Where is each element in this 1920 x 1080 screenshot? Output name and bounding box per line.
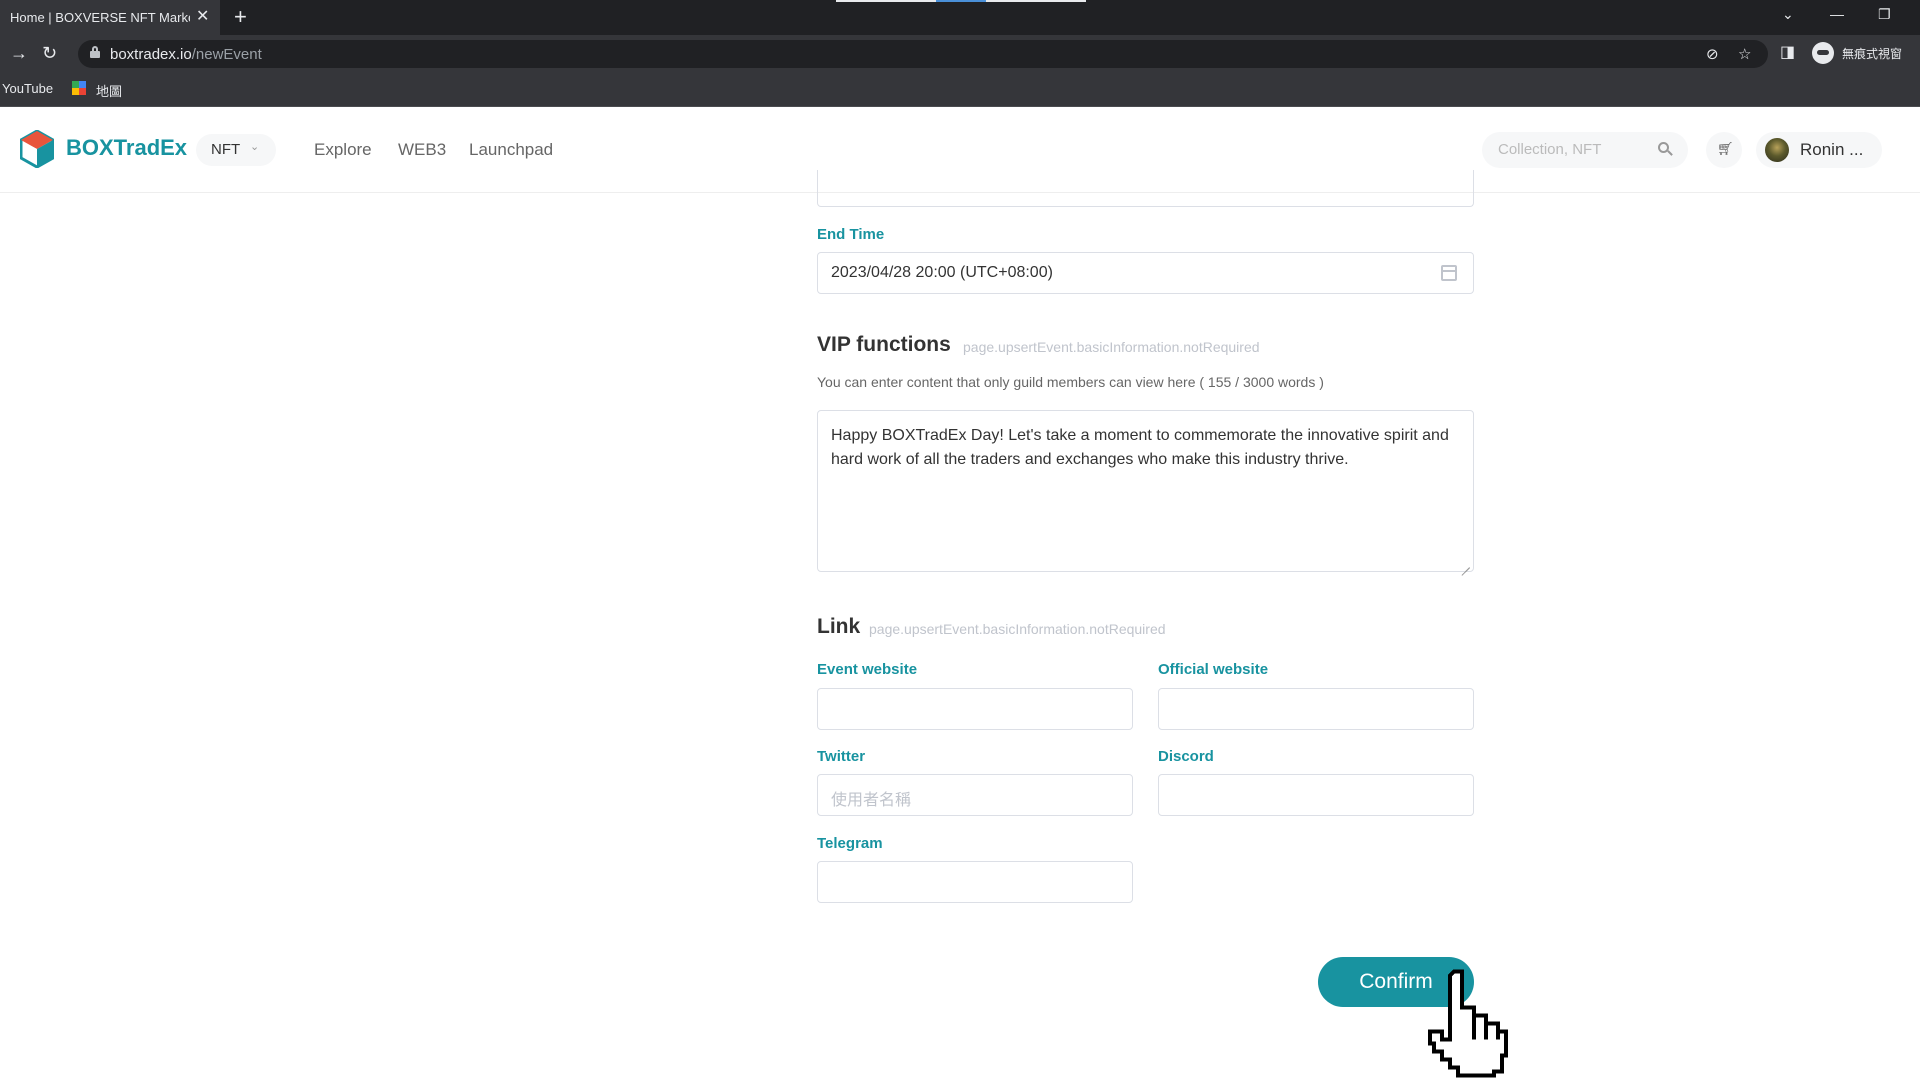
- nav-web3[interactable]: WEB3: [398, 140, 446, 160]
- twitter-input[interactable]: 使用者名稱: [817, 774, 1133, 816]
- discord-label: Discord: [1158, 748, 1214, 765]
- search-placeholder: Collection, NFT: [1498, 141, 1602, 158]
- brand-name[interactable]: BOXTradEx: [66, 135, 187, 161]
- vip-content-textarea[interactable]: Happy BOXTradEx Day! Let's take a moment…: [817, 410, 1474, 572]
- nav-launchpad[interactable]: Launchpad: [469, 140, 553, 160]
- bookmark-youtube[interactable]: YouTube: [2, 81, 53, 96]
- user-menu[interactable]: Ronin ...: [1756, 132, 1882, 168]
- incognito-label: 無痕式視窗: [1842, 46, 1903, 61]
- event-website-input[interactable]: [817, 688, 1133, 730]
- start-time-field-partial[interactable]: [817, 170, 1474, 207]
- official-website-input[interactable]: [1158, 688, 1474, 730]
- twitter-label: Twitter: [817, 748, 866, 765]
- url-text[interactable]: boxtradex.io/newEvent: [110, 46, 262, 63]
- resize-handle-icon[interactable]: [1461, 559, 1470, 568]
- restore-button[interactable]: ❐: [1878, 6, 1891, 23]
- link-section-title: Link: [817, 615, 861, 638]
- official-website-label: Official website: [1158, 661, 1269, 678]
- bookmark-star-icon[interactable]: ☆: [1738, 45, 1751, 63]
- cart-icon: 🛒︎: [1717, 141, 1734, 156]
- loading-indicator: [836, 0, 1086, 2]
- discord-input[interactable]: [1158, 774, 1474, 816]
- telegram-input[interactable]: [817, 861, 1133, 903]
- forward-icon[interactable]: →: [10, 43, 28, 63]
- maps-icon: [72, 81, 86, 95]
- hand-pointer-cursor-icon: [1428, 969, 1508, 1078]
- search-input[interactable]: Collection, NFT: [1482, 132, 1688, 168]
- nav-explore[interactable]: Explore: [314, 140, 372, 160]
- link-optional-note: page.upsertEvent.basicInformation.notReq…: [869, 621, 1166, 637]
- url-path: /newEvent: [191, 46, 262, 63]
- incognito-icon: [1812, 42, 1834, 64]
- vip-content-text: Happy BOXTradEx Day! Let's take a moment…: [831, 427, 1449, 468]
- avatar: [1765, 138, 1789, 162]
- vip-section-title: VIP functions: [817, 333, 951, 356]
- side-panel-icon[interactable]: ◨: [1780, 43, 1795, 63]
- url-host: boxtradex.io: [110, 46, 192, 63]
- cart-button[interactable]: 🛒︎: [1706, 132, 1742, 168]
- address-bar[interactable]: boxtradex.io/newEvent ⊘ ☆: [78, 40, 1768, 68]
- event-website-label: Event website: [817, 661, 918, 678]
- eye-off-icon[interactable]: ⊘: [1706, 45, 1719, 63]
- telegram-label: Telegram: [817, 835, 883, 852]
- vip-help-text: You can enter content that only guild me…: [817, 374, 1324, 390]
- browser-tab-strip: Home | BOXVERSE NFT Market ✕ + ⌄ — ❐: [0, 0, 1920, 35]
- new-tab-button[interactable]: +: [234, 4, 247, 30]
- nft-selector[interactable]: NFT ⌄: [196, 134, 276, 166]
- end-time-label: End Time: [817, 226, 885, 243]
- tab-close-icon[interactable]: ✕: [196, 8, 209, 26]
- search-icon[interactable]: [1658, 142, 1673, 156]
- bookmark-maps[interactable]: 地圖: [96, 81, 122, 100]
- tab-search-icon[interactable]: ⌄: [1782, 6, 1794, 23]
- end-time-picker[interactable]: 2023/04/28 20:00 (UTC+08:00): [817, 252, 1474, 294]
- reload-icon[interactable]: ↻: [42, 43, 57, 63]
- end-time-value: 2023/04/28 20:00 (UTC+08:00): [831, 264, 1053, 281]
- user-name: Ronin ...: [1800, 140, 1864, 159]
- incognito-profile[interactable]: 無痕式視窗: [1812, 40, 1902, 66]
- boxtradex-logo-icon[interactable]: [20, 130, 54, 168]
- minimize-button[interactable]: —: [1830, 6, 1844, 22]
- tab-title: Home | BOXVERSE NFT Market: [10, 10, 190, 25]
- twitter-placeholder: 使用者名稱: [831, 792, 912, 809]
- nft-selector-label: NFT: [211, 141, 241, 158]
- bookmarks-bar: YouTube 地圖: [0, 72, 1920, 107]
- browser-tab-active[interactable]: Home | BOXVERSE NFT Market ✕: [0, 0, 220, 35]
- lock-icon: [90, 46, 100, 58]
- calendar-icon[interactable]: [1441, 265, 1457, 281]
- vip-optional-note: page.upsertEvent.basicInformation.notReq…: [963, 339, 1260, 355]
- browser-toolbar: → ↻ boxtradex.io/newEvent ⊘ ☆ ◨ 無痕式視窗: [0, 35, 1920, 72]
- chevron-down-icon: ⌄: [250, 141, 260, 153]
